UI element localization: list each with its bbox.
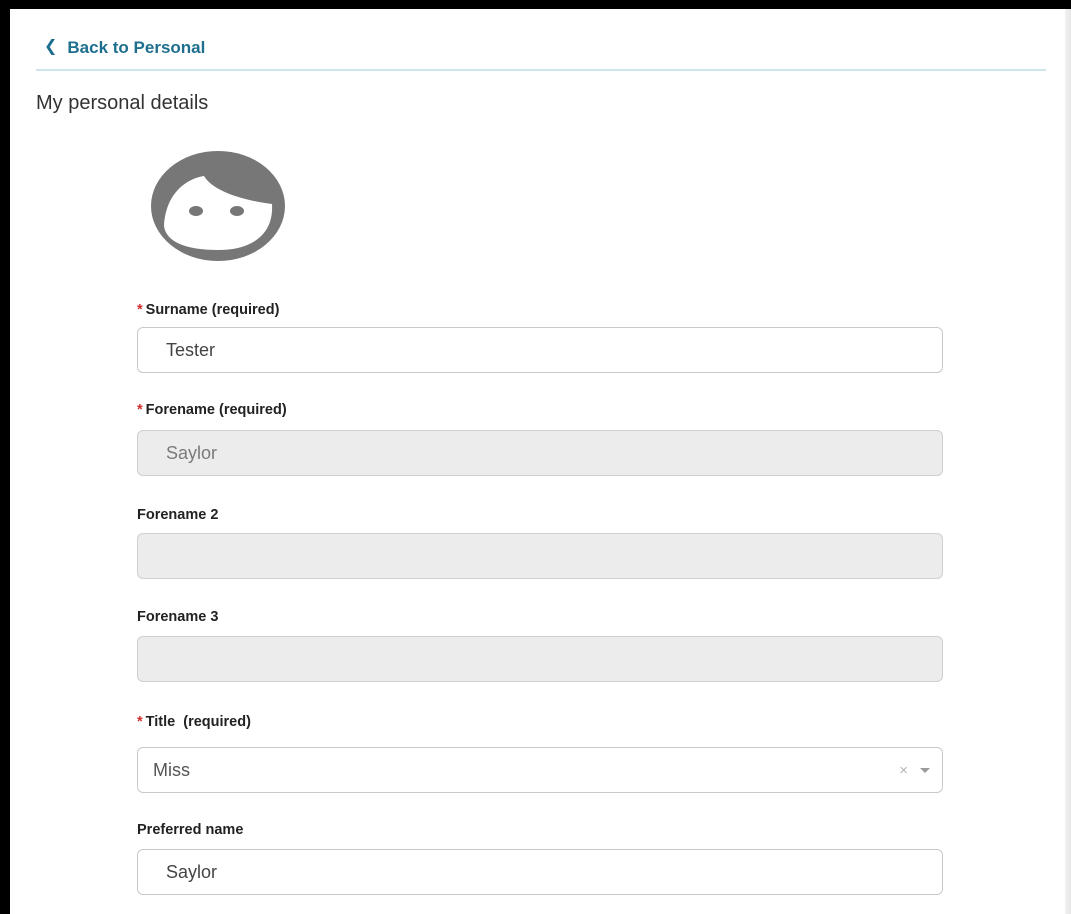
window-frame-top — [0, 0, 1071, 9]
title-label: * Title (required) — [137, 714, 251, 730]
preferred-name-label: Preferred name — [137, 822, 244, 838]
required-marker: * — [137, 302, 143, 318]
forename-3-label: Forename 3 — [137, 609, 219, 625]
preferred-name-input[interactable] — [137, 849, 943, 895]
forename-label: * Forename (required) — [137, 402, 287, 418]
surname-input[interactable] — [137, 327, 943, 373]
surname-label: * Surname (required) — [137, 302, 280, 318]
scroll-edge — [1065, 9, 1071, 914]
required-marker: * — [137, 402, 143, 418]
title-select[interactable]: Miss × — [137, 747, 943, 793]
chevron-left-icon: ❮ — [44, 38, 58, 55]
header-divider — [36, 69, 1046, 71]
page-title: My personal details — [36, 92, 209, 114]
required-marker: * — [137, 714, 143, 730]
forename-2-label: Forename 2 — [137, 507, 219, 523]
title-select-value: Miss — [153, 759, 190, 780]
forename-3-input[interactable] — [137, 636, 943, 682]
caret-down-icon[interactable] — [920, 767, 930, 773]
clear-icon[interactable]: × — [899, 762, 908, 779]
forename-2-input[interactable] — [137, 533, 943, 579]
back-to-personal-link[interactable]: ❮ Back to Personal — [44, 36, 205, 60]
user-face-icon — [151, 151, 285, 261]
back-link-label: Back to Personal — [67, 38, 206, 57]
window-frame-left — [0, 0, 10, 914]
forename-input[interactable] — [137, 430, 943, 476]
